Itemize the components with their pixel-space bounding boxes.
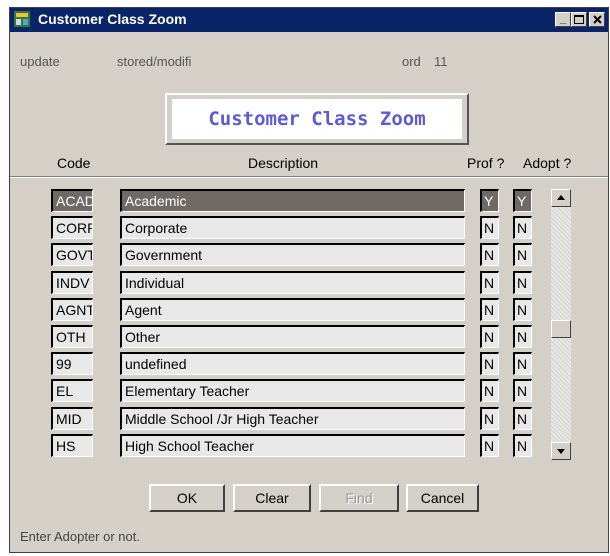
- description-cell[interactable]: Academic: [120, 189, 465, 212]
- code-cell[interactable]: AGNT: [51, 298, 93, 321]
- code-cell[interactable]: EL: [51, 379, 93, 402]
- prof-flag-cell[interactable]: N: [480, 434, 499, 457]
- maximize-button[interactable]: [571, 12, 587, 27]
- prof-flag-cell[interactable]: N: [480, 298, 499, 321]
- header-divider: [10, 176, 608, 178]
- find-button[interactable]: Find: [319, 484, 399, 512]
- code-cell[interactable]: MID: [51, 407, 93, 430]
- description-cell[interactable]: Corporate: [120, 216, 465, 239]
- minimize-icon: _: [559, 13, 567, 25]
- window-app-icon: [14, 11, 30, 27]
- adopt-flag-cell[interactable]: N: [513, 298, 532, 321]
- prof-flag-cell[interactable]: N: [480, 352, 499, 375]
- adopt-flag-cell[interactable]: Y: [513, 189, 532, 212]
- vertical-scrollbar[interactable]: [551, 189, 571, 460]
- title-banner: Customer Class Zoom: [165, 93, 469, 145]
- mode-label: update: [20, 54, 60, 69]
- title-bar[interactable]: Customer Class Zoom _: [10, 8, 608, 32]
- prof-flag-cell[interactable]: Y: [480, 189, 499, 212]
- code-cell[interactable]: INDV: [51, 271, 93, 294]
- column-header-prof: Prof ?: [467, 155, 505, 171]
- code-cell[interactable]: CORP: [51, 216, 93, 239]
- description-cell[interactable]: undefined: [120, 352, 465, 375]
- description-cell[interactable]: Middle School /Jr High Teacher: [120, 407, 465, 430]
- scroll-up-arrow-icon: [557, 195, 565, 200]
- status-message: Enter Adopter or not.: [20, 529, 140, 544]
- prof-flag-cell[interactable]: N: [480, 243, 499, 266]
- column-header-adopt: Adopt ?: [523, 155, 572, 171]
- scroll-up-button[interactable]: [551, 189, 571, 207]
- description-cell[interactable]: Other: [120, 325, 465, 348]
- ok-button[interactable]: OK: [149, 484, 225, 512]
- window-title: Customer Class Zoom: [38, 11, 187, 27]
- code-cell[interactable]: ACAD: [51, 189, 93, 212]
- ord-label: ord: [402, 54, 421, 69]
- clear-button[interactable]: Clear: [233, 484, 311, 512]
- close-button[interactable]: [589, 12, 605, 27]
- column-header-description: Description: [248, 155, 319, 171]
- adopt-flag-cell[interactable]: N: [513, 407, 532, 430]
- description-cell[interactable]: Elementary Teacher: [120, 379, 465, 402]
- column-header-code: Code: [57, 155, 91, 171]
- description-cell[interactable]: High School Teacher: [120, 434, 465, 457]
- prof-flag-cell[interactable]: N: [480, 271, 499, 294]
- customer-class-zoom-window: Customer Class Zoom _ update stored/modi…: [9, 7, 609, 553]
- scroll-thumb[interactable]: [551, 320, 571, 338]
- adopt-flag-cell[interactable]: N: [513, 243, 532, 266]
- maximize-icon: [574, 15, 584, 24]
- close-icon: [592, 15, 602, 24]
- record-state-label: stored/modifi: [117, 54, 192, 69]
- description-cell[interactable]: Individual: [120, 271, 465, 294]
- scroll-down-arrow-icon: [557, 449, 565, 454]
- adopt-flag-cell[interactable]: N: [513, 271, 532, 294]
- description-cell[interactable]: Government: [120, 243, 465, 266]
- ord-value: 11: [434, 54, 448, 69]
- code-cell[interactable]: GOVT: [51, 243, 93, 266]
- scroll-down-button[interactable]: [551, 442, 571, 460]
- code-cell[interactable]: 99: [51, 352, 93, 375]
- minimize-button[interactable]: _: [555, 12, 571, 27]
- adopt-flag-cell[interactable]: N: [513, 216, 532, 239]
- prof-flag-cell[interactable]: N: [480, 379, 499, 402]
- prof-flag-cell[interactable]: N: [480, 325, 499, 348]
- adopt-flag-cell[interactable]: N: [513, 325, 532, 348]
- cancel-button[interactable]: Cancel: [406, 484, 479, 512]
- title-banner-text: Customer Class Zoom: [172, 99, 462, 139]
- adopt-flag-cell[interactable]: N: [513, 379, 532, 402]
- prof-flag-cell[interactable]: N: [480, 407, 499, 430]
- code-cell[interactable]: OTH: [51, 325, 93, 348]
- description-cell[interactable]: Agent: [120, 298, 465, 321]
- code-cell[interactable]: HS: [51, 434, 93, 457]
- adopt-flag-cell[interactable]: N: [513, 434, 532, 457]
- adopt-flag-cell[interactable]: N: [513, 352, 532, 375]
- prof-flag-cell[interactable]: N: [480, 216, 499, 239]
